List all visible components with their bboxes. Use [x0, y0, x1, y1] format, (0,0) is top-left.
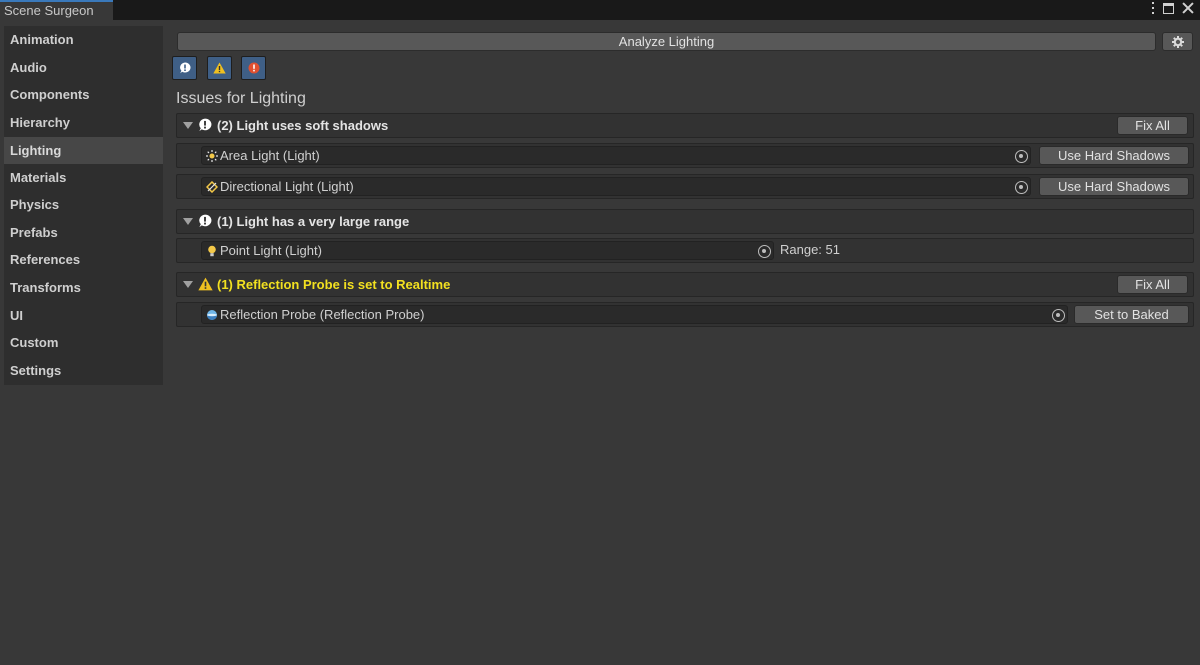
object-field[interactable]: Directional Light (Light): [201, 177, 1031, 196]
warning-icon: [213, 62, 226, 74]
point-light-icon: [208, 245, 216, 257]
fix-all-button[interactable]: Fix All: [1117, 116, 1188, 135]
error-filter-toggle[interactable]: [241, 56, 266, 80]
object-field[interactable]: Point Light (Light): [201, 241, 774, 260]
sidebar-item-ui[interactable]: UI: [4, 302, 163, 329]
fix-all-button[interactable]: Fix All: [1117, 275, 1188, 294]
use-hard-shadows-button[interactable]: Use Hard Shadows: [1039, 177, 1189, 196]
use-hard-shadows-button[interactable]: Use Hard Shadows: [1039, 146, 1189, 165]
maximize-icon[interactable]: [1163, 2, 1174, 14]
main-panel: Analyze Lighting Issues for Lighting (2)…: [167, 20, 1196, 662]
sidebar-item-transforms[interactable]: Transforms: [4, 274, 163, 301]
object-picker-icon[interactable]: [1015, 181, 1028, 194]
analyze-button[interactable]: Analyze Lighting: [177, 32, 1156, 51]
category-sidebar: Animation Audio Components Hierarchy Lig…: [4, 26, 163, 385]
sidebar-item-physics[interactable]: Physics: [4, 191, 163, 218]
issue-group-title: (1) Light has a very large range: [217, 214, 410, 229]
issue-group-reflection-probe[interactable]: (1) Reflection Probe is set to Realtime …: [176, 272, 1194, 297]
issue-item: Reflection Probe (Reflection Probe) Set …: [176, 302, 1194, 327]
directional-light-icon: [206, 181, 218, 193]
object-name: Reflection Probe (Reflection Probe): [220, 307, 425, 322]
settings-button[interactable]: [1162, 32, 1193, 51]
object-picker-icon[interactable]: [758, 245, 771, 258]
editor-window: Animation Audio Components Hierarchy Lig…: [0, 20, 1200, 665]
foldout-arrow-icon[interactable]: [183, 218, 193, 225]
object-name: Area Light (Light): [220, 148, 320, 163]
error-icon: [248, 62, 259, 74]
sidebar-item-custom[interactable]: Custom: [4, 329, 163, 356]
sidebar-item-components[interactable]: Components: [4, 81, 163, 108]
object-picker-icon[interactable]: [1015, 150, 1028, 163]
reflection-probe-icon: [207, 310, 217, 320]
info-icon: [199, 214, 212, 228]
issue-group-soft-shadows[interactable]: (2) Light uses soft shadows Fix All: [176, 113, 1194, 138]
warning-icon: [198, 277, 213, 291]
sidebar-item-audio[interactable]: Audio: [4, 54, 163, 81]
object-field[interactable]: Reflection Probe (Reflection Probe): [201, 305, 1068, 324]
sidebar-item-lighting[interactable]: Lighting: [4, 137, 163, 164]
object-name: Point Light (Light): [220, 243, 322, 258]
issue-item: Area Light (Light) Use Hard Shadows: [176, 143, 1194, 168]
issue-group-large-range[interactable]: (1) Light has a very large range: [176, 209, 1194, 234]
sidebar-item-settings[interactable]: Settings: [4, 357, 163, 384]
issue-item: Point Light (Light) Range: 51: [176, 238, 1194, 263]
gear-icon: [1171, 35, 1184, 48]
object-name: Directional Light (Light): [220, 179, 354, 194]
issue-item: Directional Light (Light) Use Hard Shado…: [176, 174, 1194, 199]
info-icon: [179, 62, 191, 74]
info-filter-toggle[interactable]: [172, 56, 197, 80]
set-to-baked-button[interactable]: Set to Baked: [1074, 305, 1189, 324]
title-bar: Scene Surgeon: [0, 0, 1200, 20]
warning-filter-toggle[interactable]: [207, 56, 232, 80]
foldout-arrow-icon[interactable]: [183, 122, 193, 129]
issue-group-title: (1) Reflection Probe is set to Realtime: [217, 277, 451, 292]
area-light-icon: [206, 150, 218, 162]
window-tab[interactable]: Scene Surgeon: [0, 0, 113, 20]
sidebar-item-prefabs[interactable]: Prefabs: [4, 219, 163, 246]
issue-group-title: (2) Light uses soft shadows: [217, 118, 389, 133]
sidebar-item-animation[interactable]: Animation: [4, 26, 163, 53]
object-picker-icon[interactable]: [1052, 309, 1065, 322]
object-field[interactable]: Area Light (Light): [201, 146, 1031, 165]
more-options-icon[interactable]: [1151, 2, 1155, 14]
info-icon: [199, 118, 212, 132]
sidebar-item-hierarchy[interactable]: Hierarchy: [4, 109, 163, 136]
sidebar-item-references[interactable]: References: [4, 246, 163, 273]
sidebar-item-materials[interactable]: Materials: [4, 164, 163, 191]
window-controls: [1151, 2, 1194, 14]
range-value: Range: 51: [780, 242, 840, 257]
section-heading: Issues for Lighting: [176, 90, 306, 107]
close-icon[interactable]: [1182, 2, 1194, 14]
foldout-arrow-icon[interactable]: [183, 281, 193, 288]
